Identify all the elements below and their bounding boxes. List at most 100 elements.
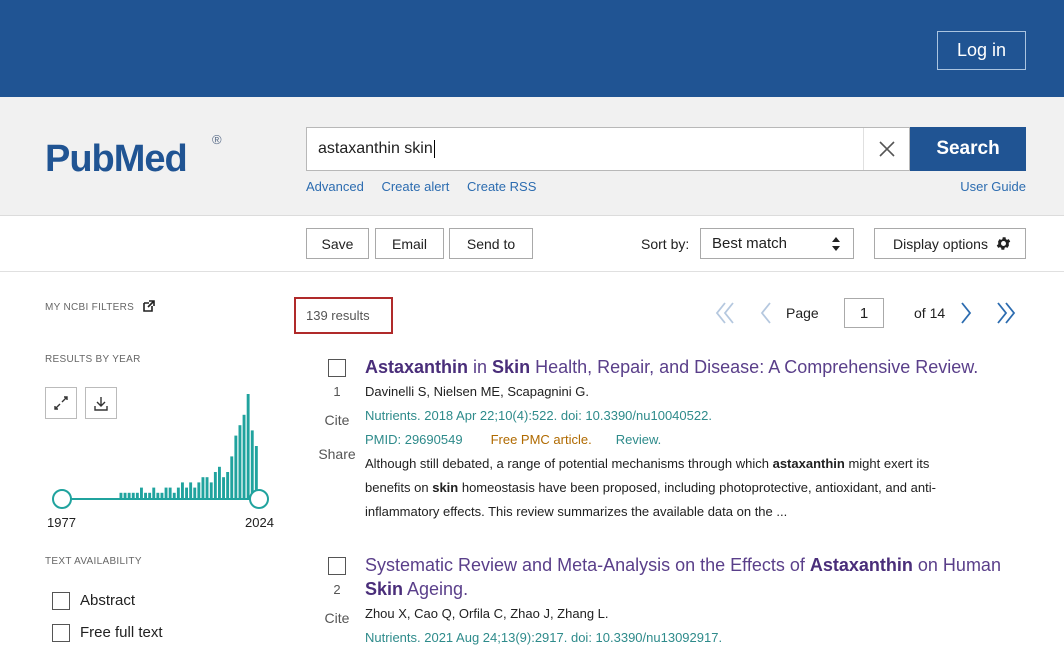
year-bar[interactable]: [230, 456, 234, 498]
logo-text: PubMed: [45, 138, 188, 180]
search-input[interactable]: astaxanthin skin: [306, 127, 910, 171]
abstract-filter-label[interactable]: Abstract: [80, 592, 135, 609]
snippet-text: inflammatory effects. This review summar…: [365, 504, 788, 519]
free-full-text-filter-label[interactable]: Free full text: [80, 624, 163, 641]
year-bar[interactable]: [193, 487, 197, 498]
sort-arrows-icon: [832, 237, 840, 251]
user-guide-link[interactable]: User Guide: [950, 179, 1026, 194]
article-1-meta: PMID: 29690549 Free PMC article. Review.: [365, 432, 661, 447]
year-bar[interactable]: [152, 487, 156, 498]
year-bar[interactable]: [201, 477, 205, 498]
article-2-cite-button[interactable]: Cite: [306, 610, 368, 626]
year-end-handle[interactable]: [249, 489, 269, 509]
year-bar[interactable]: [242, 414, 246, 498]
year-bar[interactable]: [168, 487, 172, 498]
my-ncbi-filters-heading[interactable]: MY NCBI FILTERS: [45, 300, 156, 313]
email-button[interactable]: Email: [375, 228, 444, 259]
article-1-checkbox[interactable]: [328, 359, 346, 377]
results-count: 139 results: [294, 297, 393, 334]
year-end-label: 2024: [245, 515, 274, 530]
article-1-number: 1: [333, 384, 341, 399]
create-alert-link[interactable]: Create alert: [381, 179, 449, 194]
year-bar[interactable]: [226, 472, 230, 498]
year-bar[interactable]: [205, 477, 209, 498]
article-2-number: 2: [333, 582, 341, 597]
article-2-title[interactable]: Systematic Review and Meta-Analysis on t…: [365, 553, 1005, 601]
year-bar[interactable]: [144, 492, 147, 498]
article-1-journal: Nutrients. 2018 Apr 22;10(4):522. doi: 1…: [365, 408, 712, 423]
article-1-cite-button[interactable]: Cite: [306, 412, 368, 428]
year-bar[interactable]: [176, 487, 180, 498]
year-bar[interactable]: [160, 492, 164, 498]
title-text: Systematic Review and Meta-Analysis on t…: [365, 555, 810, 575]
year-bar[interactable]: [197, 482, 201, 498]
snippet-line: benefits on skin homeostasis have been p…: [365, 476, 1005, 500]
year-bar[interactable]: [127, 492, 131, 498]
page-total-label: of 14: [914, 305, 946, 321]
year-bar[interactable]: [222, 477, 225, 498]
external-link-icon: [143, 300, 156, 312]
year-bar[interactable]: [148, 492, 152, 498]
sort-label: Sort by:: [641, 236, 690, 252]
title-line: Skin Ageing.: [365, 577, 1005, 601]
snippet-line: inflammatory effects. This review summar…: [365, 500, 1005, 524]
abstract-filter-checkbox[interactable]: [52, 592, 70, 610]
article-1-authors: Davinelli S, Nielsen ME, Scapagnini G.: [365, 384, 589, 399]
results-by-year-chart[interactable]: [45, 380, 277, 510]
send-to-button[interactable]: Send to: [449, 228, 533, 259]
advanced-link[interactable]: Advanced: [306, 179, 364, 194]
year-bar[interactable]: [131, 492, 135, 498]
snippet-text: Although still debated, a range of poten…: [365, 456, 773, 471]
year-bar[interactable]: [189, 482, 193, 498]
year-bar[interactable]: [234, 435, 238, 498]
year-bar[interactable]: [185, 487, 188, 498]
article-2-journal: Nutrients. 2021 Aug 24;13(9):2917. doi: …: [365, 630, 723, 645]
page-number-input[interactable]: 1: [844, 298, 884, 328]
display-options-button[interactable]: Display options: [874, 228, 1026, 259]
my-ncbi-filters-label: MY NCBI FILTERS: [45, 302, 135, 313]
sort-select[interactable]: Best match: [700, 228, 854, 259]
search-band: PubMed ® astaxanthin skin Search Advance…: [0, 97, 1064, 216]
year-bar[interactable]: [250, 430, 254, 498]
article-1-title[interactable]: Astaxanthin in Skin Health, Repair, and …: [365, 355, 1005, 379]
snippet-text: benefits on: [365, 480, 433, 495]
snippet-line: Although still debated, a range of poten…: [365, 452, 1005, 476]
year-bar[interactable]: [156, 492, 160, 498]
year-bar[interactable]: [119, 492, 123, 498]
text-availability-heading: TEXT AVAILABILITY: [45, 556, 142, 567]
create-rss-link[interactable]: Create RSS: [467, 179, 536, 194]
year-bar[interactable]: [238, 425, 242, 498]
last-page-icon[interactable]: [995, 298, 1017, 328]
logo-registered: ®: [212, 132, 222, 147]
pubmed-logo[interactable]: PubMed ®: [45, 124, 235, 186]
sort-value: Best match: [712, 235, 788, 252]
title-text: on Human: [912, 555, 1001, 575]
snippet-text: homeostasis have been proposed, includin…: [458, 480, 936, 495]
first-page-icon[interactable]: [714, 298, 736, 328]
year-bar[interactable]: [209, 482, 213, 498]
year-bar[interactable]: [181, 482, 184, 498]
year-bar[interactable]: [123, 492, 127, 498]
search-query: astaxanthin skin: [318, 140, 433, 157]
search-button[interactable]: Search: [910, 127, 1026, 171]
prev-page-icon[interactable]: [758, 298, 774, 328]
year-bar[interactable]: [213, 472, 217, 498]
year-bar[interactable]: [246, 394, 250, 498]
free-full-text-filter-checkbox[interactable]: [52, 624, 70, 642]
year-start-handle[interactable]: [52, 489, 72, 509]
clear-search-button[interactable]: [863, 128, 909, 170]
snippet-text: might exert its: [844, 456, 930, 471]
year-bar[interactable]: [172, 492, 176, 498]
year-start-label: 1977: [47, 515, 76, 530]
year-bar[interactable]: [135, 492, 139, 498]
snippet-term: skin: [432, 480, 459, 495]
year-bar[interactable]: [140, 487, 143, 498]
year-bar[interactable]: [218, 466, 221, 498]
article-2-checkbox[interactable]: [328, 557, 346, 575]
save-button[interactable]: Save: [306, 228, 369, 259]
login-button[interactable]: Log in: [937, 31, 1026, 70]
page-label: Page: [786, 305, 819, 321]
next-page-icon[interactable]: [958, 298, 974, 328]
article-1-share-button[interactable]: Share: [306, 446, 368, 462]
year-bar[interactable]: [164, 487, 168, 498]
